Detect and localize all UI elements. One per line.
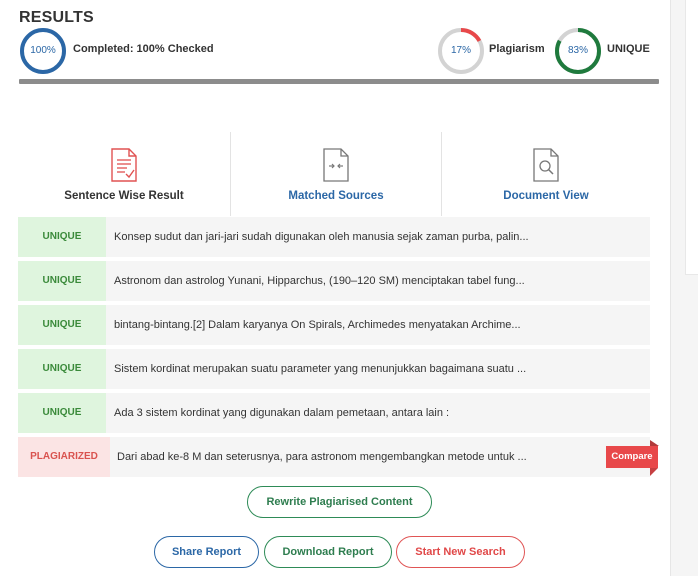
- status-badge: UNIQUE: [18, 261, 106, 301]
- compare-ribbon-fold-bottom: [650, 468, 658, 476]
- right-side-panel-card: [685, 0, 698, 275]
- status-badge: UNIQUE: [18, 305, 106, 345]
- result-row[interactable]: UNIQUE Konsep sudut dan jari-jari sudah …: [18, 217, 650, 257]
- plagiarism-ring: 17%: [437, 27, 485, 75]
- status-badge: UNIQUE: [18, 217, 106, 257]
- download-report-button[interactable]: Download Report: [264, 536, 392, 568]
- sentence-text: bintang-bintang.[2] Dalam karyanya On Sp…: [114, 319, 521, 331]
- tab-matched-sources[interactable]: Matched Sources: [231, 132, 441, 216]
- plagiarism-percent: 17%: [450, 45, 471, 56]
- sentence-text: Sistem kordinat merupakan suatu paramete…: [114, 363, 527, 375]
- result-row[interactable]: UNIQUE Sistem kordinat merupakan suatu p…: [18, 349, 650, 389]
- sentence-text: Dari abad ke-8 M dan seterusnya, para as…: [117, 451, 527, 463]
- sentence-text: Astronom dan astrolog Yunani, Hipparchus…: [114, 275, 525, 287]
- unique-percent: 83%: [567, 45, 588, 56]
- document-search-icon: [531, 148, 561, 182]
- compare-document-icon: [321, 148, 351, 182]
- plagiarism-label: Plagiarism: [489, 43, 545, 55]
- completed-percent: 100%: [30, 45, 56, 56]
- tab-document-view-label: Document View: [503, 190, 589, 202]
- tab-matched-sources-label: Matched Sources: [288, 190, 384, 202]
- sentence-text: Ada 3 sistem kordinat yang digunakan dal…: [114, 407, 450, 419]
- result-row[interactable]: UNIQUE Astronom dan astrolog Yunani, Hip…: [18, 261, 650, 301]
- result-row[interactable]: PLAGIARIZED Dari abad ke-8 M dan seterus…: [18, 437, 650, 477]
- check-progress-bar: [19, 79, 659, 84]
- tab-sentence-wise-result-label: Sentence Wise Result: [64, 190, 184, 202]
- share-report-button[interactable]: Share Report: [154, 536, 259, 568]
- tab-document-view[interactable]: Document View: [442, 132, 650, 216]
- unique-ring: 83%: [554, 27, 602, 75]
- status-badge: PLAGIARIZED: [18, 437, 110, 477]
- tab-sentence-wise-result[interactable]: Sentence Wise Result: [18, 132, 230, 216]
- status-badge: UNIQUE: [18, 393, 106, 433]
- rewrite-plagiarised-content-button[interactable]: Rewrite Plagiarised Content: [247, 486, 432, 518]
- status-badge: UNIQUE: [18, 349, 106, 389]
- result-row[interactable]: UNIQUE bintang-bintang.[2] Dalam karyany…: [18, 305, 650, 345]
- report-document-icon: [109, 148, 139, 182]
- sentence-text: Konsep sudut dan jari-jari sudah digunak…: [114, 231, 529, 243]
- results-title: RESULTS: [19, 9, 94, 26]
- right-side-panel: [670, 0, 698, 576]
- compare-button[interactable]: Compare: [606, 446, 658, 468]
- completed-label: Completed: 100% Checked: [73, 43, 214, 55]
- result-row[interactable]: UNIQUE Ada 3 sistem kordinat yang diguna…: [18, 393, 650, 433]
- completed-progress-ring: 100%: [19, 27, 67, 75]
- start-new-search-button[interactable]: Start New Search: [396, 536, 525, 568]
- unique-label: UNIQUE: [607, 43, 650, 55]
